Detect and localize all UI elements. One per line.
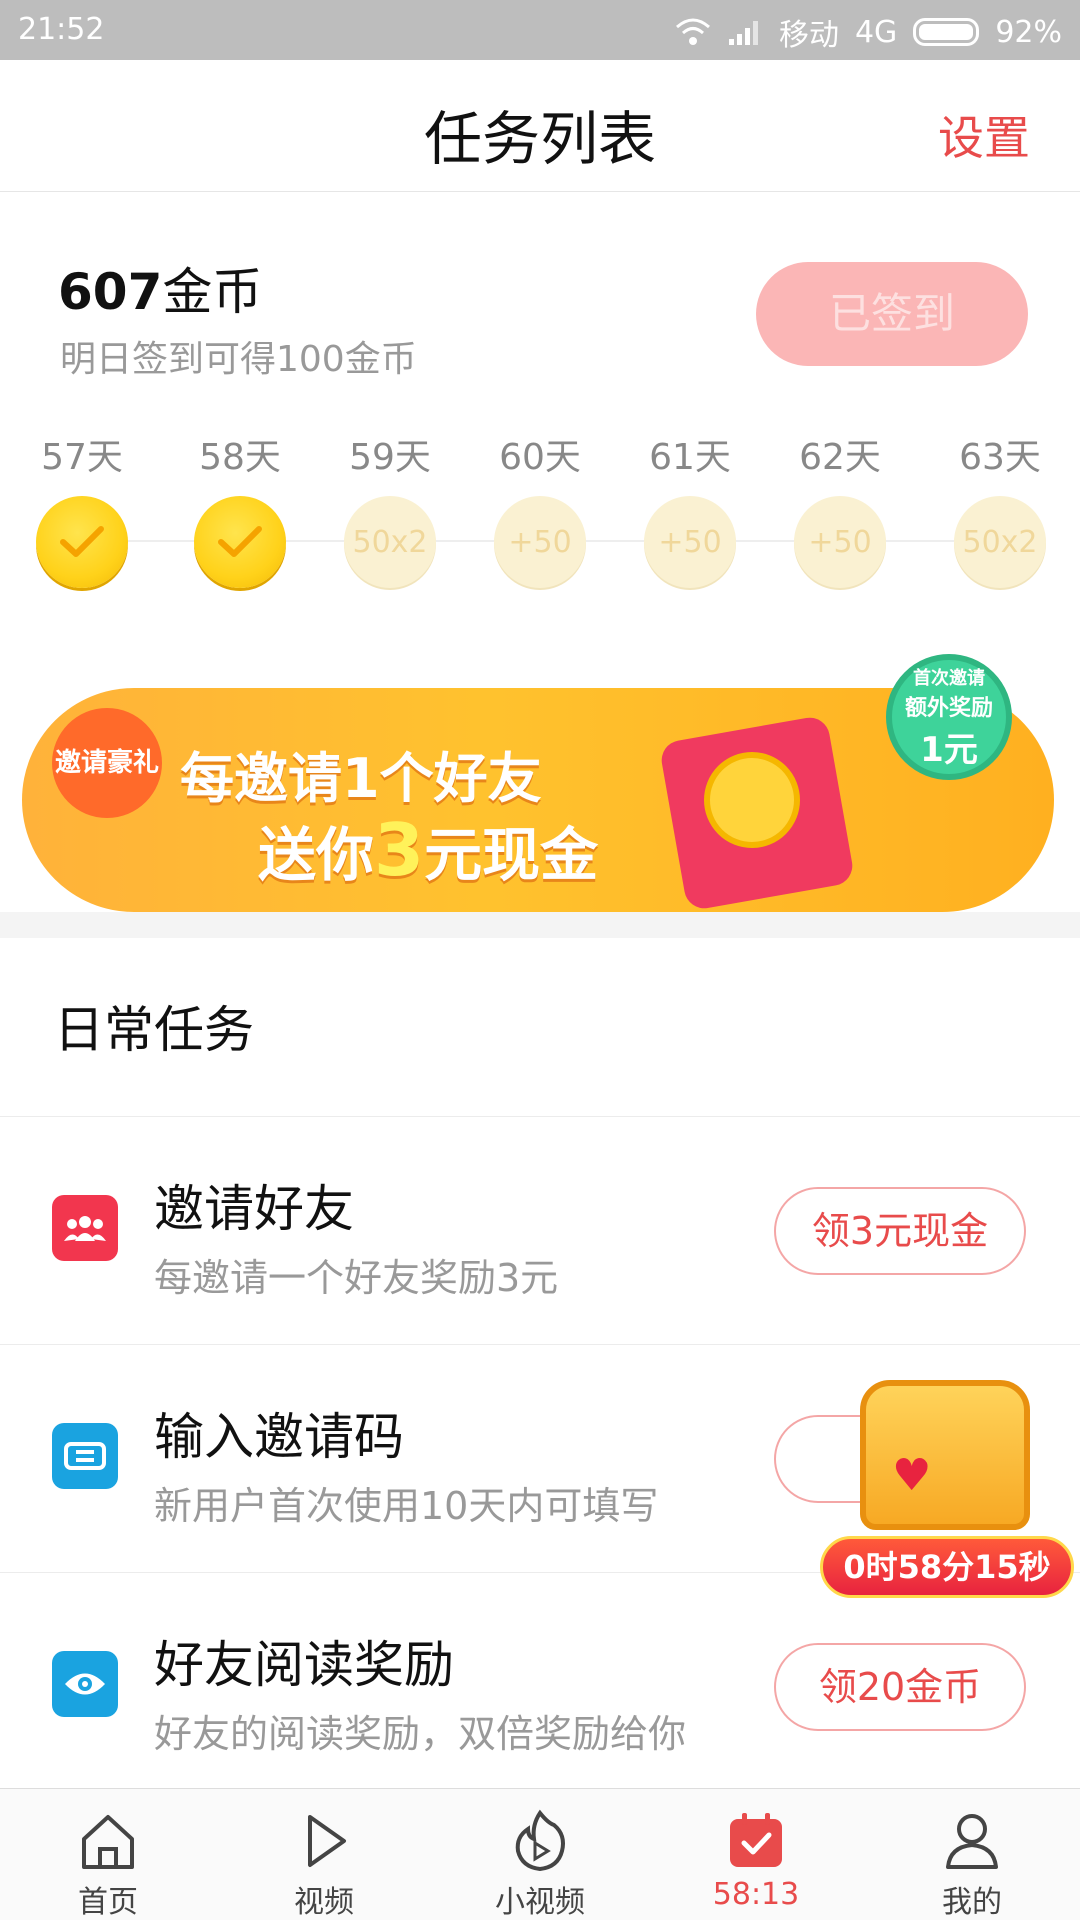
nav-item-label: 视频: [294, 1885, 354, 1920]
status-time: 21:52: [18, 12, 105, 47]
status-bar: 21:52 移动 4G 92%: [0, 0, 1080, 60]
checkin-day: 58天: [180, 428, 300, 588]
nav-item[interactable]: 视频: [216, 1789, 432, 1920]
coin-icon: [704, 752, 800, 848]
checkin-day: 63天 50x2: [940, 428, 1060, 588]
daily-tasks-title: 日常任务: [54, 1001, 254, 1059]
home-icon: [82, 1815, 134, 1869]
banner-line2: 送你3元现金: [258, 808, 598, 892]
group-icon: [52, 1195, 118, 1261]
first-invite-bubble: 首次邀请 额外奖励 1元: [886, 654, 1012, 780]
status-indicators: 移动 4G 92%: [675, 10, 1062, 54]
coin-reward-text: +50: [808, 524, 872, 560]
coin-balance-unit: 金币: [162, 263, 263, 321]
checkin-day: 62天 +50: [780, 428, 900, 588]
nav-item-label: 58:13: [712, 1877, 800, 1912]
profile-icon: [946, 1814, 998, 1869]
section-divider: [0, 912, 1080, 938]
chest-body: [860, 1380, 1030, 1530]
checked-coin-icon: [36, 496, 128, 588]
coin-reward-text: 50x2: [962, 524, 1038, 560]
reward-coin: 50x2: [954, 496, 1046, 588]
settings-link[interactable]: 设置: [938, 102, 1030, 168]
invite-gift-badge: 邀请豪礼: [52, 708, 162, 818]
reward-coin: +50: [494, 496, 586, 588]
page-title: 任务列表: [423, 105, 656, 173]
reward-coin: +50: [794, 496, 886, 588]
task-row[interactable]: 邀请好友每邀请一个好友奖励3元 领3元现金: [0, 1116, 1080, 1344]
signed-in-button[interactable]: 已签到: [756, 262, 1028, 366]
checkin-day: 61天 +50: [630, 428, 750, 588]
task-name: 输入邀请码: [154, 1408, 404, 1466]
checkin-day-label: 62天: [799, 437, 881, 478]
nav-item-label: 小视频: [495, 1885, 585, 1920]
task-reward-button[interactable]: 领20金币: [774, 1643, 1026, 1731]
checkin-day: 59天 50x2: [330, 428, 450, 588]
nav-item-label: 我的: [942, 1885, 1002, 1920]
nav-item[interactable]: 我的: [864, 1789, 1080, 1920]
battery-icon: [913, 18, 980, 46]
task-description: 每邀请一个好友奖励3元: [154, 1256, 559, 1300]
checkin-day-label: 63天: [959, 437, 1041, 478]
bubble-extra-reward: 额外奖励: [904, 695, 993, 721]
coin-reward-text: +50: [658, 524, 722, 560]
nav-item[interactable]: 58:13: [648, 1789, 864, 1920]
task-description: 好友的阅读奖励，双倍奖励给你: [154, 1712, 687, 1756]
checkin-day-label: 60天: [499, 437, 581, 478]
task-name: 邀请好友: [154, 1180, 354, 1238]
checkmark-icon: [218, 526, 262, 557]
checkin-days-row: 57天 58天 59天 50x2 60天 +50 61天 +50 62天 +50 63天 50x2: [0, 428, 1080, 608]
bottom-nav: 首页 视频 小视频 58:13 我的: [0, 1788, 1080, 1920]
checkin-day: 57天: [22, 428, 142, 588]
checkin-day-label: 59天: [349, 437, 431, 478]
nav-item-label: 首页: [78, 1885, 138, 1920]
play-icon: [308, 1815, 346, 1867]
treasure-chest-icon[interactable]: ♥: [830, 1380, 1060, 1540]
task-reward-button[interactable]: 领3元现金: [774, 1187, 1026, 1275]
network-label: 4G: [854, 14, 898, 50]
nav-item[interactable]: 小视频: [432, 1789, 648, 1920]
coin-reward-text: 50x2: [352, 524, 428, 560]
treasure-timer[interactable]: 0时58分15秒: [820, 1536, 1074, 1598]
checkin-subtitle: 明日签到可得100金币: [60, 339, 417, 380]
ticket-icon: [52, 1423, 118, 1489]
short-video-icon: [515, 1809, 565, 1872]
coin-balance: 607金币: [58, 252, 262, 324]
checkin-day-label: 57天: [41, 437, 123, 478]
reward-coin: +50: [644, 496, 736, 588]
nav-item[interactable]: 首页: [0, 1789, 216, 1920]
reward-coin: 50x2: [344, 496, 436, 588]
coin-reward-text: +50: [508, 524, 572, 560]
checkin-day-label: 61天: [649, 437, 731, 478]
checkin-day: 60天 +50: [480, 428, 600, 588]
checkmark-icon: [60, 526, 104, 557]
battery-percent: 92%: [995, 14, 1062, 50]
heart-icon: ♥: [892, 1450, 932, 1501]
carrier-label: 移动: [778, 18, 839, 53]
bubble-first-invite: 首次邀请: [913, 667, 985, 689]
eye-icon: [52, 1651, 118, 1717]
banner-line2-suffix: 元现金: [424, 821, 599, 889]
task-name: 好友阅读奖励: [154, 1636, 454, 1694]
coin-balance-value: 607: [58, 263, 163, 321]
banner-line2-prefix: 送你: [258, 821, 375, 889]
signal-icon: [728, 21, 758, 45]
checkin-day-label: 58天: [199, 437, 281, 478]
bubble-amount: 1元: [920, 729, 978, 770]
banner-line2-amount: 3: [374, 808, 425, 892]
calendar-check-icon: [730, 1813, 782, 1867]
wifi-icon: [675, 18, 710, 45]
banner-line1: 每邀请1个好友: [180, 747, 542, 810]
task-description: 新用户首次使用10天内可填写: [154, 1484, 659, 1528]
title-bar: 任务列表 设置: [0, 60, 1080, 192]
task-row[interactable]: 好友阅读奖励好友的阅读奖励，双倍奖励给你 领20金币: [0, 1572, 1080, 1800]
checked-coin-icon: [194, 496, 286, 588]
